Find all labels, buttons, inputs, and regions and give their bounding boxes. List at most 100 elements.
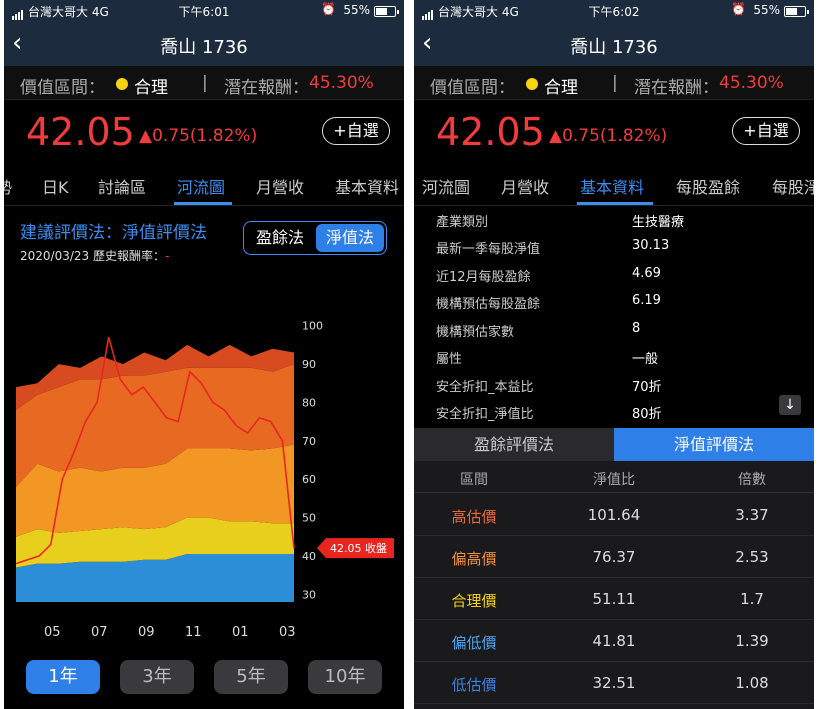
y-tick-label: 50 <box>302 512 316 525</box>
add-favorite-button[interactable]: +自選 <box>732 117 800 145</box>
alarm-clock-icon: ⏰ <box>731 2 746 16</box>
last-price: 42.05 <box>26 110 135 154</box>
info-value: 80折 <box>632 407 662 422</box>
nav-bar: ‹ 喬山 1736 <box>414 22 814 66</box>
multiple: 1.08 <box>735 674 769 692</box>
info-row: 安全折扣_本益比 70折 <box>414 371 814 398</box>
y-tick-label: 40 <box>302 550 316 563</box>
table-row: 偏高價 76.37 2.53 <box>414 536 814 578</box>
value-range-label: 價值區間： <box>20 78 105 98</box>
status-bar: 台灣大哥大 4G 下午6:02 ⏰ 55% <box>414 0 814 22</box>
range-10y-button[interactable]: 10年 <box>308 660 382 694</box>
left-screen: 台灣大哥大 4G 下午6:01 ⏰ 55% ‹ 喬山 1736 價值區間： 合理… <box>4 0 404 709</box>
tab-daily-k[interactable]: 日K <box>42 174 69 198</box>
arrow-down-icon[interactable]: ↓ <box>779 395 801 415</box>
table-header: 區間 淨值比 倍數 <box>414 461 814 493</box>
col-header-range: 區間 <box>460 472 488 488</box>
method-switch: 盈餘法 淨值法 <box>243 221 387 255</box>
info-value: 30.13 <box>632 238 670 253</box>
history-return-label: 2020/03/23 歷史報酬率： <box>20 249 165 263</box>
info-value: 生技醫療 <box>632 215 685 230</box>
range-name: 低估價 <box>451 676 497 694</box>
tab-monthly-revenue[interactable]: 月營收 <box>256 174 304 198</box>
range-name: 高估價 <box>451 508 497 526</box>
valuation-bar: 價值區間： 合理 | 潛在報酬： 45.30% <box>4 66 404 100</box>
value-range-status: 合理 <box>544 78 578 98</box>
tab-basic-info[interactable]: 基本資料 <box>580 174 644 198</box>
info-row: 安全折扣_淨值比 80折 <box>414 398 814 425</box>
tab-basic-info[interactable]: 基本資料 <box>335 174 399 198</box>
value-range-label: 價值區間： <box>430 78 515 98</box>
info-value: 4.69 <box>632 266 661 281</box>
y-tick-label: 80 <box>302 396 316 409</box>
info-row: 最新一季每股淨值 30.13 <box>414 233 814 260</box>
range-3y-button[interactable]: 3年 <box>120 660 194 694</box>
tab-trend[interactable]: 勢 <box>4 174 12 198</box>
range-1y-button[interactable]: 1年 <box>26 660 100 694</box>
tab-nav-valuation[interactable]: 淨值評價法 <box>614 428 814 461</box>
active-tab-indicator <box>174 202 232 205</box>
info-key: 安全折扣_淨值比 <box>436 407 534 422</box>
tab-monthly-revenue[interactable]: 月營收 <box>501 174 549 198</box>
y-tick-label: 90 <box>302 358 316 371</box>
info-key: 產業類別 <box>436 215 489 230</box>
tab-bvps[interactable]: 每股淨 <box>772 174 814 198</box>
y-tick-label: 70 <box>302 435 316 448</box>
tab-river-chart[interactable]: 河流圖 <box>177 174 225 198</box>
potential-return-label: 潛在報酬： <box>634 78 719 98</box>
info-value: 6.19 <box>632 293 661 308</box>
y-tick-label: 30 <box>302 588 316 601</box>
right-screen: 台灣大哥大 4G 下午6:02 ⏰ 55% ‹ 喬山 1736 價值區間： 合理… <box>414 0 814 709</box>
status-dot-icon <box>116 78 128 90</box>
nav-method-option[interactable]: 淨值法 <box>316 224 384 252</box>
price-change: ▲0.75(1.82%) <box>549 126 668 146</box>
col-header-multiple: 倍數 <box>738 472 766 488</box>
info-key: 安全折扣_本益比 <box>436 380 534 395</box>
pb-price: 76.37 <box>592 548 636 566</box>
tab-eps-valuation[interactable]: 盈餘評價法 <box>414 428 614 461</box>
potential-return-value: 45.30% <box>719 73 784 93</box>
history-return: 2020/03/23 歷史報酬率：- <box>20 247 169 264</box>
multiple: 2.53 <box>735 548 769 566</box>
divider: | <box>612 73 618 93</box>
tab-forum[interactable]: 討論區 <box>98 174 146 198</box>
col-header-pb: 淨值比 <box>593 472 635 488</box>
method-title: 建議評價法：淨值評價法 <box>20 223 207 243</box>
table-row: 偏低價 41.81 1.39 <box>414 620 814 662</box>
status-bar: 台灣大哥大 4G 下午6:01 ⏰ 55% <box>4 0 404 22</box>
x-tick-label: 07 <box>91 625 108 640</box>
last-price: 42.05 <box>436 110 545 154</box>
multiple: 3.37 <box>735 506 769 524</box>
valuation-bar: 價值區間： 合理 | 潛在報酬： 45.30% <box>414 66 814 100</box>
active-tab-indicator <box>577 202 653 205</box>
x-tick-label: 11 <box>185 625 202 640</box>
potential-return-label: 潛在報酬： <box>224 78 309 98</box>
info-row: 近12月每股盈餘 4.69 <box>414 261 814 288</box>
tab-river-chart[interactable]: 河流圖 <box>422 174 470 198</box>
x-tick-label: 09 <box>138 625 155 640</box>
info-key: 近12月每股盈餘 <box>436 270 531 285</box>
table-row: 合理價 51.11 1.7 <box>414 578 814 620</box>
eps-method-option[interactable]: 盈餘法 <box>246 224 314 252</box>
multiple: 1.39 <box>735 632 769 650</box>
multiple: 1.7 <box>740 590 764 608</box>
info-row: 屬性 一般 <box>414 343 814 370</box>
tab-eps[interactable]: 每股盈餘 <box>676 174 740 198</box>
battery-icon <box>374 6 399 17</box>
pb-price: 101.64 <box>587 506 641 524</box>
status-dot-icon <box>526 78 538 90</box>
valuation-table: 區間 淨值比 倍數 高估價 101.64 3.37 偏高價 76.37 2.53… <box>414 461 814 709</box>
x-tick-label: 03 <box>279 625 296 640</box>
range-name: 偏高價 <box>451 550 497 568</box>
pb-price: 51.11 <box>592 590 636 608</box>
pb-price: 41.81 <box>592 632 636 650</box>
quote-row: 42.05 ▲0.75(1.82%) +自選 <box>414 100 814 162</box>
basic-info-list: 產業類別 生技醫療 最新一季每股淨值 30.13 近12月每股盈餘 4.69 機構預估… <box>414 206 814 428</box>
info-key: 最新一季每股淨值 <box>436 242 541 257</box>
range-5y-button[interactable]: 5年 <box>214 660 288 694</box>
quote-row: 42.05 ▲0.75(1.82%) +自選 <box>4 100 404 162</box>
battery-percent: 55% <box>343 3 370 17</box>
add-favorite-button[interactable]: +自選 <box>322 117 390 145</box>
river-chart: 100 90 80 70 60 50 40 30 05 07 09 11 01 03 42.05 收盤 <box>15 320 394 640</box>
price-change: ▲0.75(1.82%) <box>139 126 258 146</box>
